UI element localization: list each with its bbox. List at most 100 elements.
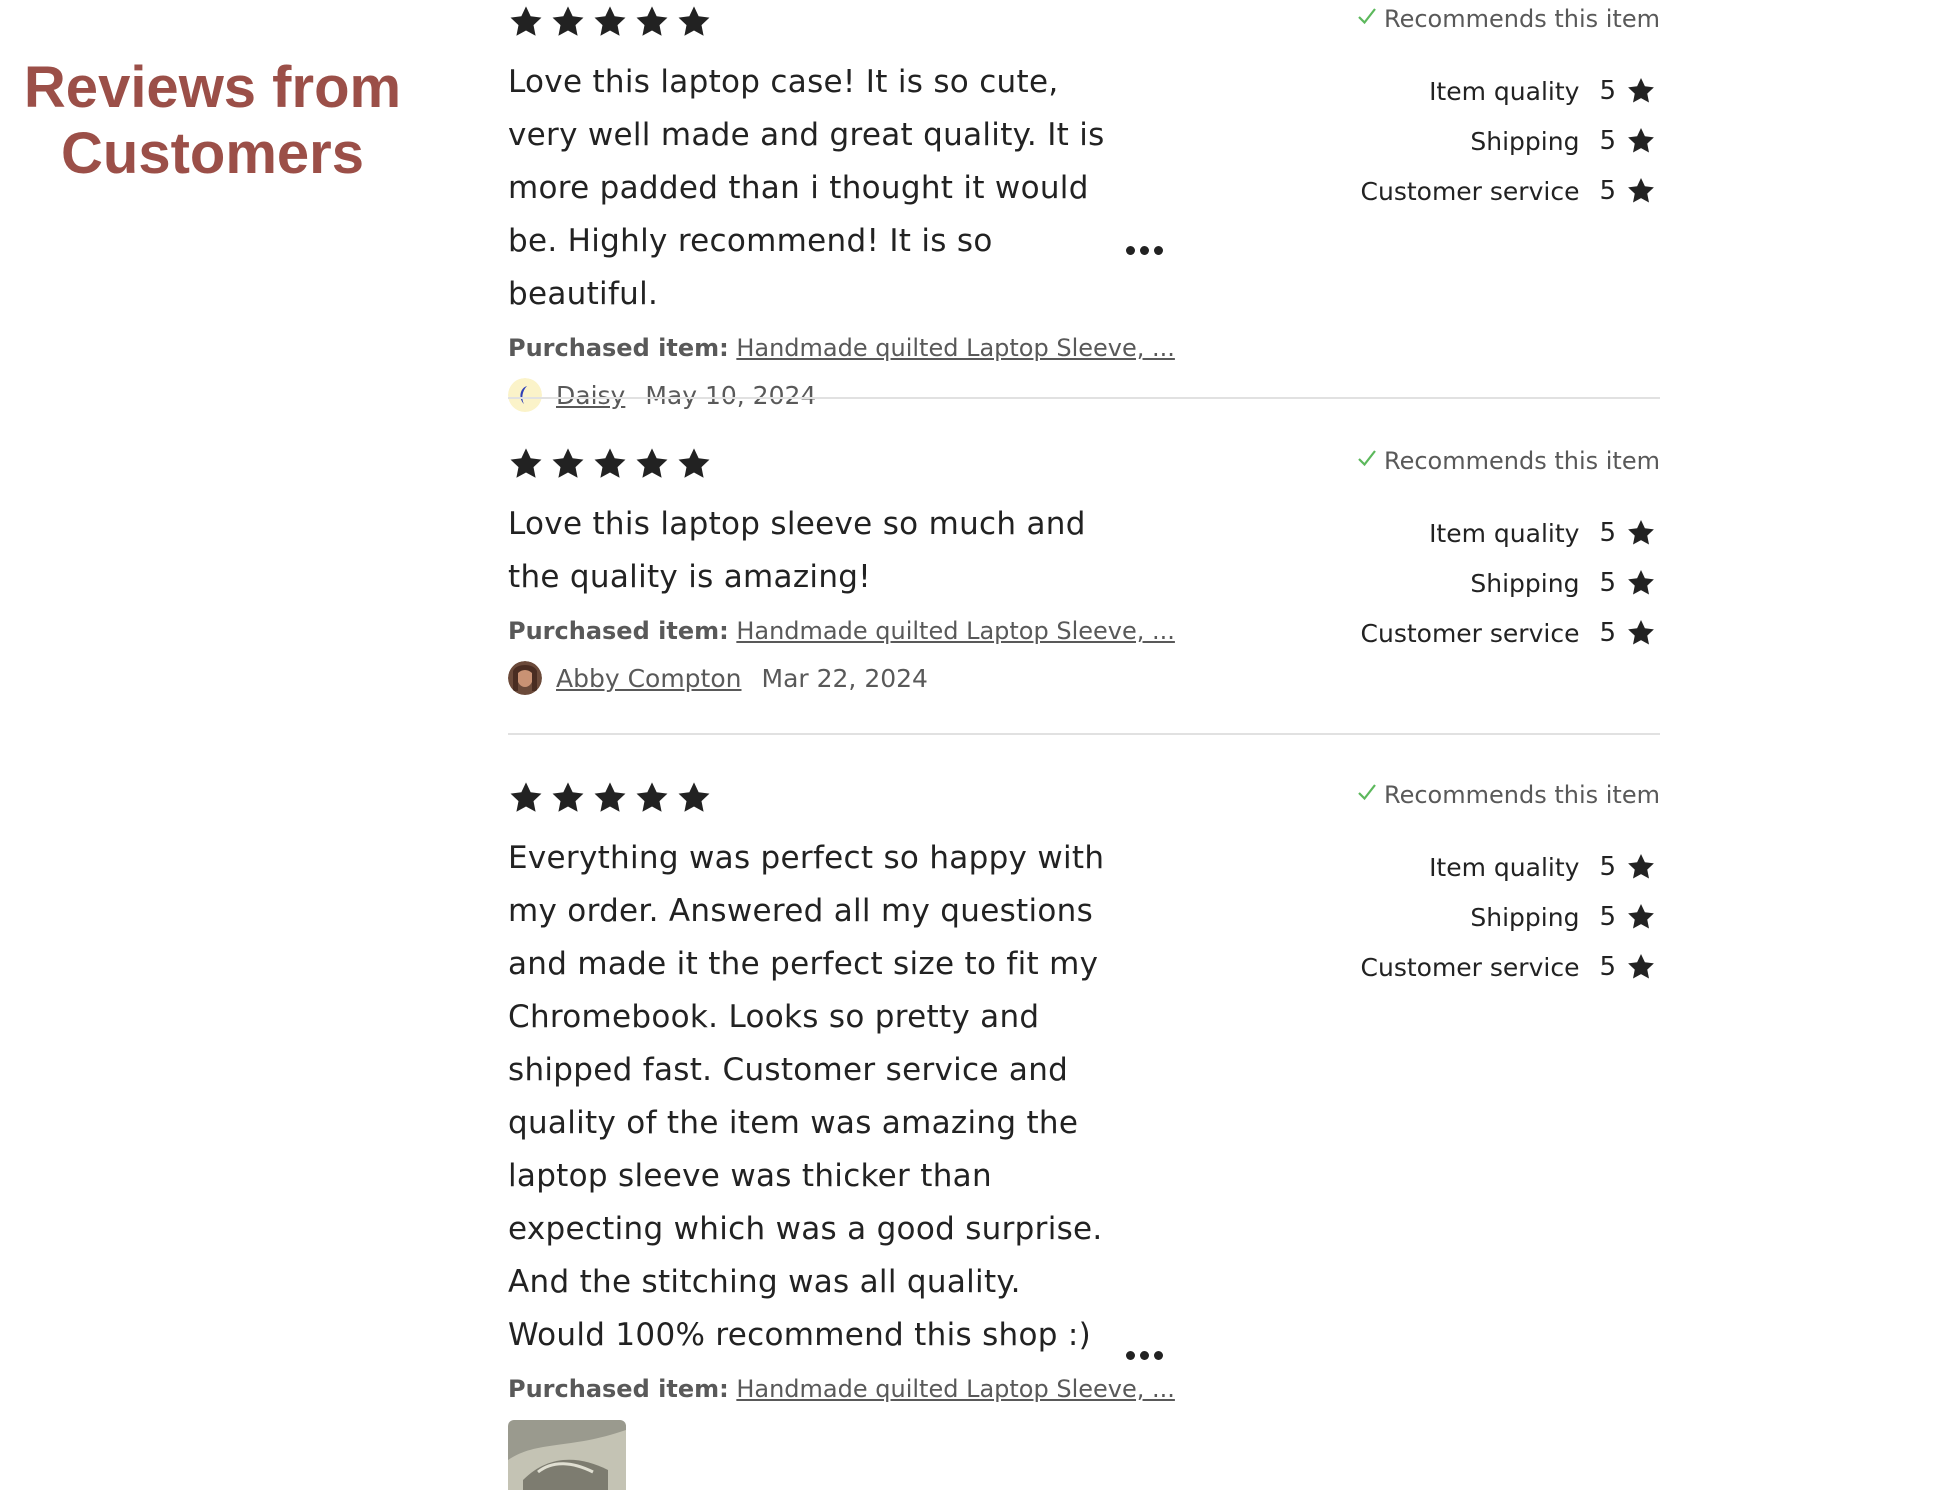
star-icon — [592, 446, 628, 482]
purchased-item: Purchased item: Handmade quilted Laptop … — [508, 331, 1175, 365]
review-card: Love this laptop case! It is so cute, ve… — [508, 2, 1660, 412]
review-content: Love this laptop case! It is so cute, ve… — [508, 2, 1175, 413]
rating-label: Shipping — [1470, 568, 1580, 598]
review-card: Everything was perfect so happy with my … — [508, 778, 1660, 1490]
checkmark-icon — [1356, 444, 1378, 478]
star-icon — [634, 780, 670, 816]
review-photo-thumbnail[interactable] — [508, 1420, 626, 1490]
rating-label: Customer service — [1360, 952, 1580, 982]
star-icon — [1626, 952, 1660, 982]
rating-value: 5 — [1599, 76, 1616, 106]
section-title-line1: Reviews from — [23, 55, 402, 120]
purchased-item: Purchased item: Handmade quilted Laptop … — [508, 614, 1175, 648]
star-icon — [1626, 176, 1660, 206]
star-icon — [550, 4, 586, 40]
rating-label: Item quality — [1429, 852, 1580, 882]
rating-label: Shipping — [1470, 126, 1580, 156]
section-title-line2: Customers — [61, 121, 364, 186]
recommends-badge: Recommends this item — [1240, 778, 1660, 812]
star-icon — [634, 4, 670, 40]
rating-label: Customer service — [1360, 618, 1580, 648]
rating-row: Shipping 5 — [1240, 558, 1660, 608]
rating-value: 5 — [1599, 852, 1616, 882]
reviewer-name-link[interactable]: Abby Compton — [556, 664, 742, 693]
rating-label: Shipping — [1470, 902, 1580, 932]
star-icon — [592, 4, 628, 40]
avatar — [508, 378, 542, 412]
recommends-badge: Recommends this item — [1240, 444, 1660, 478]
section-title: Reviews from Customers — [0, 55, 425, 187]
star-icon — [1626, 852, 1660, 882]
review-text: Everything was perfect so happy with my … — [508, 840, 1105, 1353]
star-icon — [550, 446, 586, 482]
recommends-text: Recommends this item — [1384, 447, 1660, 475]
rating-label: Item quality — [1429, 76, 1580, 106]
review-date: Mar 22, 2024 — [761, 663, 928, 693]
review-ratings-panel: Recommends this item Item quality 5 Ship… — [1240, 444, 1660, 658]
rating-value: 5 — [1599, 126, 1616, 156]
recommends-text: Recommends this item — [1384, 5, 1660, 33]
rating-value: 5 — [1599, 618, 1616, 648]
star-icon — [508, 4, 544, 40]
checkmark-icon — [1356, 778, 1378, 812]
star-icon — [1626, 568, 1660, 598]
purchased-item: Purchased item: Handmade quilted Laptop … — [508, 1372, 1175, 1406]
star-icon — [634, 446, 670, 482]
purchased-label: Purchased item: — [508, 1375, 729, 1403]
review-text: Love this laptop sleeve so much and the … — [508, 506, 1086, 595]
review-content: Everything was perfect so happy with my … — [508, 778, 1175, 1490]
ratings-list: Item quality 5 Shipping 5 Customer servi… — [1240, 842, 1660, 992]
rating-label: Customer service — [1360, 176, 1580, 206]
review-content: Love this laptop sleeve so much and the … — [508, 444, 1175, 696]
review-ratings-panel: Recommends this item Item quality 5 Ship… — [1240, 2, 1660, 216]
rating-value: 5 — [1599, 902, 1616, 932]
review-stars — [508, 778, 1168, 818]
ratings-list: Item quality 5 Shipping 5 Customer servi… — [1240, 508, 1660, 658]
purchased-item-link[interactable]: Handmade quilted Laptop Sleeve, ... — [736, 1375, 1175, 1403]
star-icon — [1626, 518, 1660, 548]
star-icon — [676, 780, 712, 816]
rating-label: Item quality — [1429, 518, 1580, 548]
review-stars — [508, 444, 1168, 484]
rating-row: Shipping 5 — [1240, 892, 1660, 942]
rating-row: Item quality 5 — [1240, 842, 1660, 892]
review-text: Love this laptop case! It is so cute, ve… — [508, 64, 1105, 312]
star-icon — [1626, 76, 1660, 106]
checkmark-icon — [1356, 2, 1378, 36]
reviewer-name-link[interactable]: Daisy — [556, 381, 625, 410]
review-card: Love this laptop sleeve so much and the … — [508, 444, 1660, 696]
recommends-text: Recommends this item — [1384, 781, 1660, 809]
star-icon — [550, 780, 586, 816]
avatar — [508, 661, 542, 695]
star-icon — [676, 4, 712, 40]
purchased-label: Purchased item: — [508, 617, 729, 645]
rating-value: 5 — [1599, 952, 1616, 982]
rating-row: Shipping 5 — [1240, 116, 1660, 166]
purchased-item-link[interactable]: Handmade quilted Laptop Sleeve, ... — [736, 617, 1175, 645]
review-stars — [508, 2, 1168, 42]
rating-value: 5 — [1599, 518, 1616, 548]
purchased-label: Purchased item: — [508, 334, 729, 362]
rating-value: 5 — [1599, 176, 1616, 206]
review-divider — [508, 397, 1660, 399]
star-icon — [1626, 902, 1660, 932]
rating-row: Customer service 5 — [1240, 608, 1660, 658]
star-icon — [508, 780, 544, 816]
more-options-icon[interactable] — [1126, 1345, 1170, 1365]
star-icon — [1626, 618, 1660, 648]
reviewer-info: Daisy May 10, 2024 — [508, 377, 1168, 413]
rating-row: Item quality 5 — [1240, 508, 1660, 558]
rating-row: Customer service 5 — [1240, 942, 1660, 992]
recommends-badge: Recommends this item — [1240, 2, 1660, 36]
review-ratings-panel: Recommends this item Item quality 5 Ship… — [1240, 778, 1660, 992]
purchased-item-link[interactable]: Handmade quilted Laptop Sleeve, ... — [736, 334, 1175, 362]
review-date: May 10, 2024 — [645, 380, 817, 410]
rating-row: Customer service 5 — [1240, 166, 1660, 216]
reviewer-info: Abby Compton Mar 22, 2024 — [508, 660, 1168, 696]
rating-row: Item quality 5 — [1240, 66, 1660, 116]
more-options-icon[interactable] — [1126, 240, 1170, 260]
star-icon — [592, 780, 628, 816]
star-icon — [1626, 126, 1660, 156]
star-icon — [676, 446, 712, 482]
rating-value: 5 — [1599, 568, 1616, 598]
